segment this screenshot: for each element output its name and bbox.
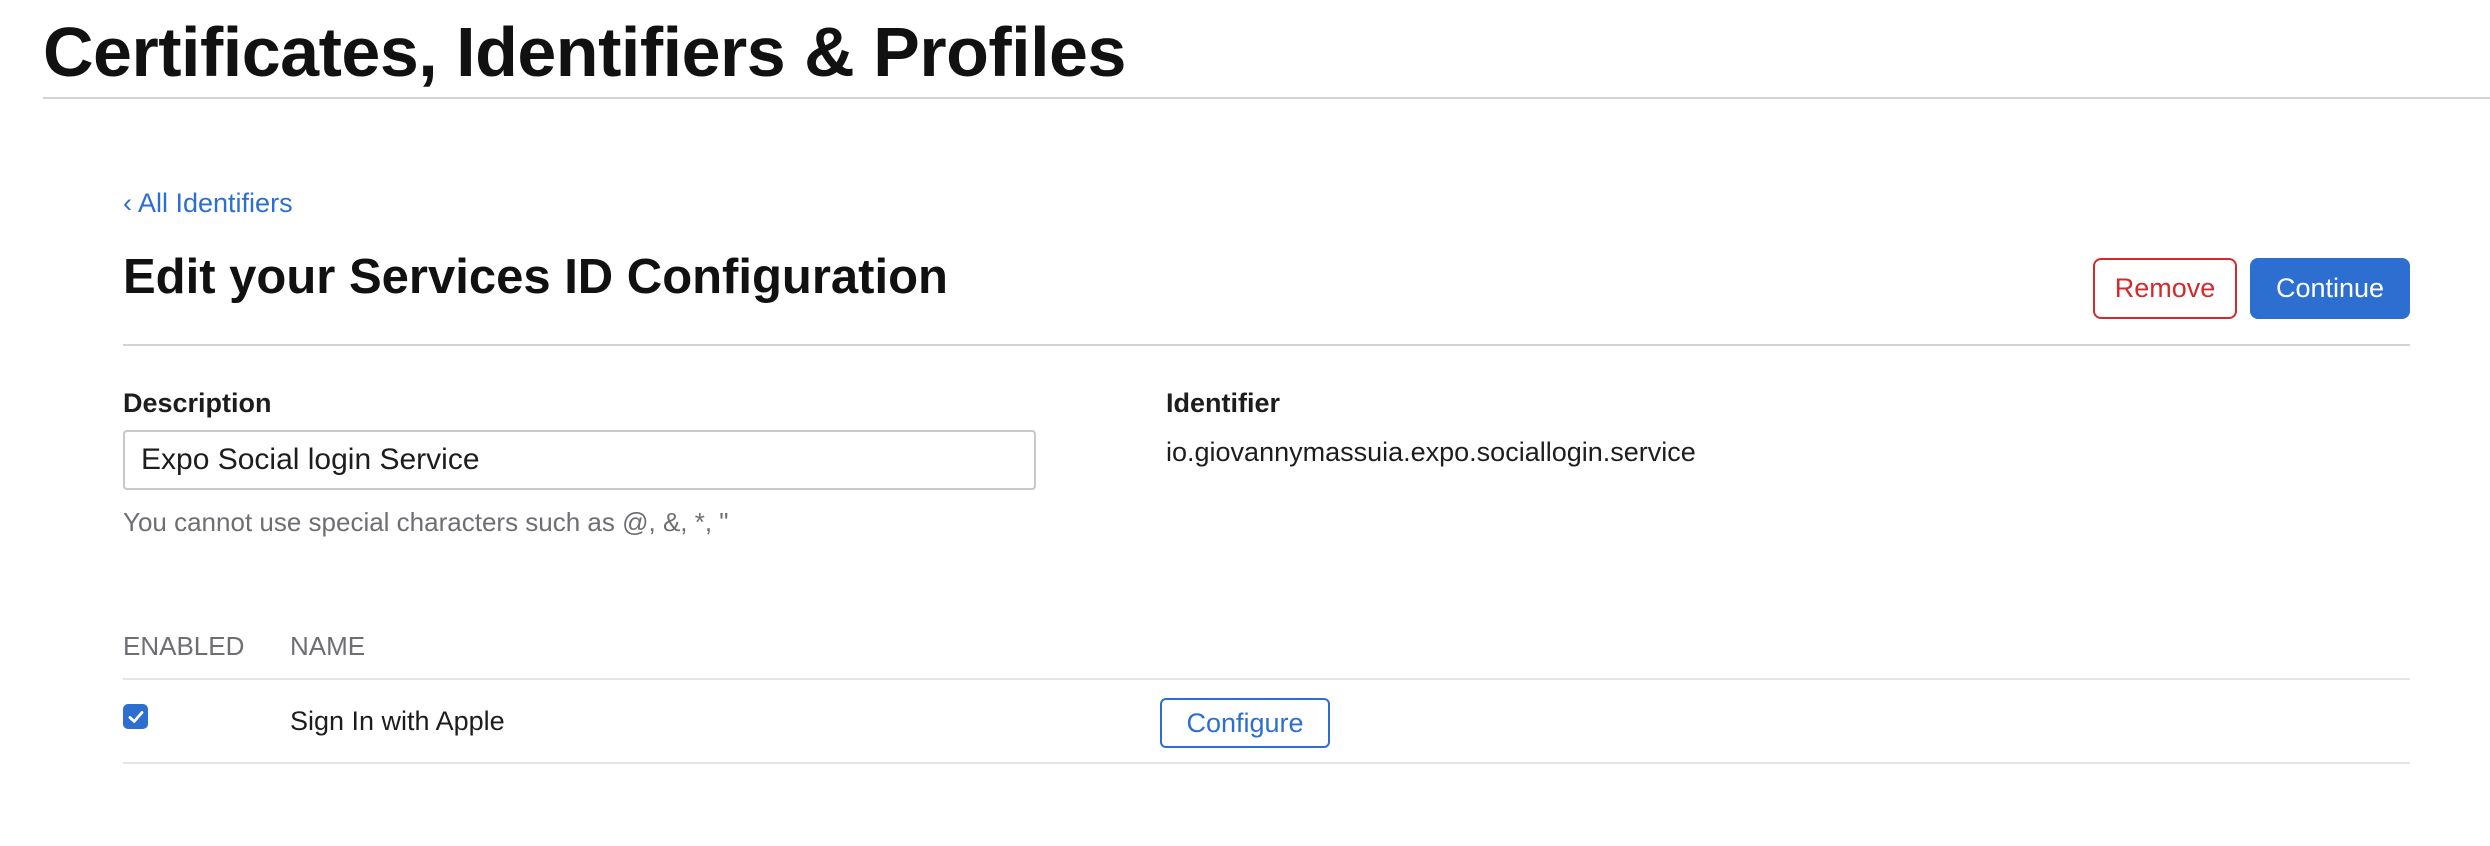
back-link-label: All Identifiers xyxy=(138,188,293,218)
capability-name: Sign In with Apple xyxy=(290,706,505,736)
continue-button[interactable]: Continue xyxy=(2250,258,2410,319)
section-title: Edit your Services ID Configuration xyxy=(123,250,948,304)
description-input[interactable] xyxy=(123,430,1036,490)
sign-in-with-apple-checkbox[interactable] xyxy=(123,704,148,729)
checkmark-icon xyxy=(128,710,143,723)
remove-button[interactable]: Remove xyxy=(2093,258,2237,319)
name-column-header: NAME xyxy=(290,631,366,661)
page-title: Certificates, Identifiers & Profiles xyxy=(43,13,1126,91)
configure-button[interactable]: Configure xyxy=(1160,698,1330,748)
chevron-left-icon: ‹ xyxy=(123,188,132,218)
description-helper-text: You cannot use special characters such a… xyxy=(123,507,729,537)
identifier-label: Identifier xyxy=(1166,388,1281,418)
section-divider xyxy=(123,344,2410,346)
all-identifiers-link[interactable]: ‹ All Identifiers xyxy=(123,188,293,219)
table-divider xyxy=(123,678,2410,680)
table-divider xyxy=(123,762,2410,764)
description-label: Description xyxy=(123,388,272,418)
page-header: Certificates, Identifiers & Profiles xyxy=(43,0,2490,99)
identifier-value: io.giovannymassuia.expo.sociallogin.serv… xyxy=(1166,437,1696,467)
enabled-column-header: ENABLED xyxy=(123,631,245,661)
